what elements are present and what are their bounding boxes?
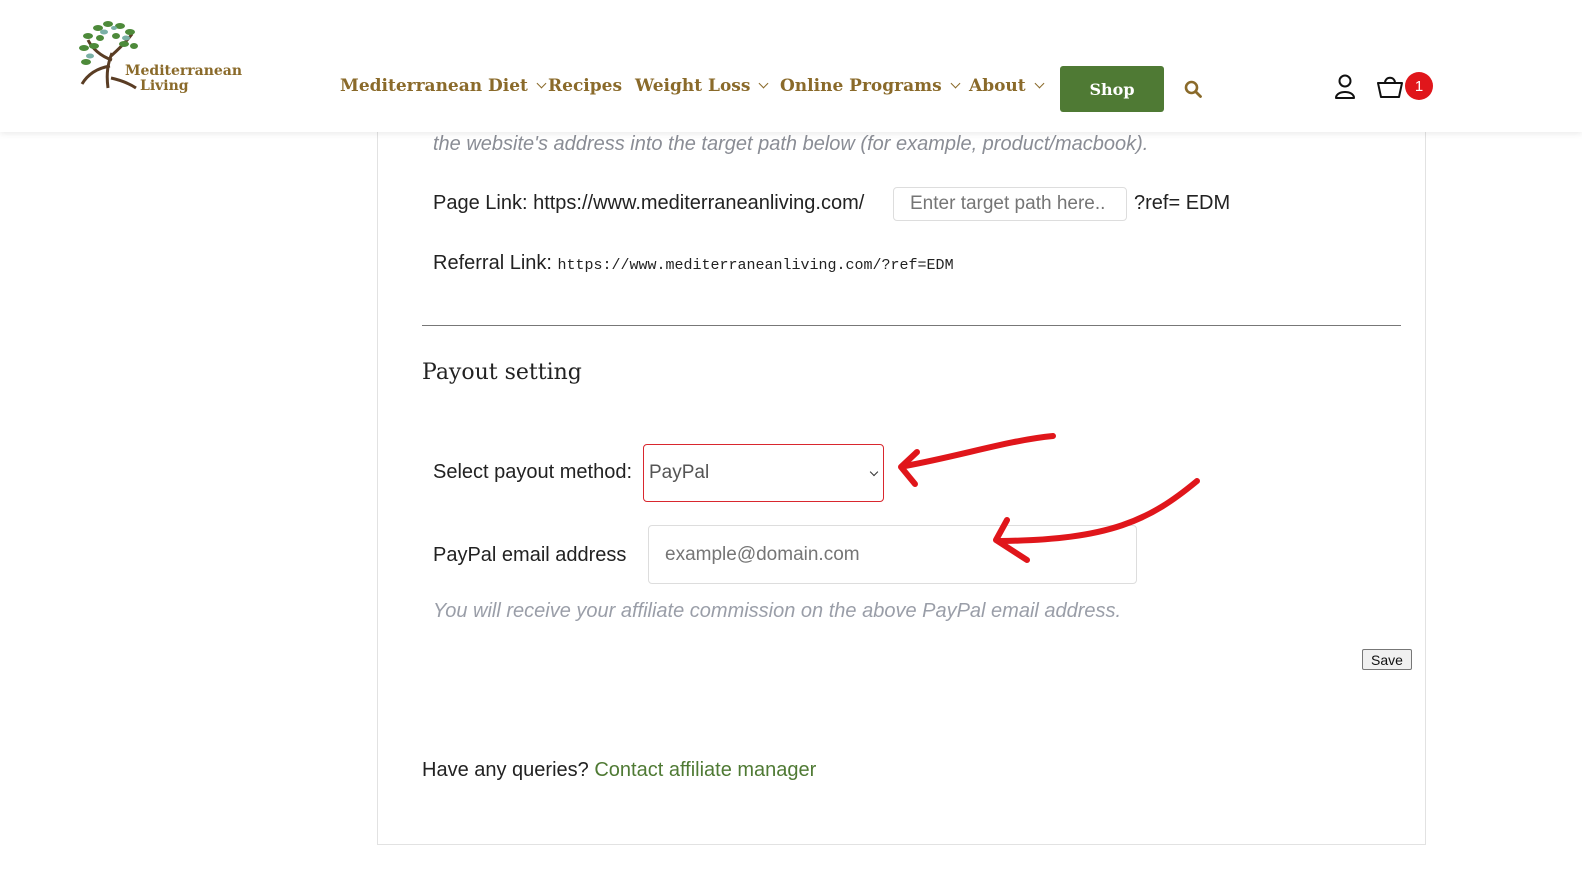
shop-button[interactable]: Shop	[1060, 66, 1164, 112]
referral-link-value: https://www.mediterraneanliving.com/?ref…	[557, 257, 954, 274]
nav-label: Mediterranean Diet	[340, 76, 528, 96]
paypal-email-input[interactable]	[648, 525, 1137, 584]
section-divider	[422, 325, 1401, 326]
site-header: Mediterranean Living Mediterranean Diet …	[0, 0, 1582, 132]
nav-label: Recipes	[548, 76, 623, 96]
contact-affiliate-manager-link[interactable]: Contact affiliate manager	[594, 759, 816, 781]
nav-online-programs[interactable]: Online Programs	[780, 76, 961, 96]
search-icon[interactable]	[1184, 80, 1202, 98]
nav-mediterranean-diet[interactable]: Mediterranean Diet	[340, 76, 547, 96]
logo-line-1: Mediterranean	[125, 63, 243, 79]
chevron-down-icon	[758, 78, 769, 89]
user-icon[interactable]	[1334, 74, 1356, 100]
payout-method-value: PayPal	[649, 462, 710, 483]
payout-method-select[interactable]: PayPal	[643, 444, 884, 502]
nav-label: Online Programs	[780, 76, 942, 96]
save-button[interactable]: Save	[1362, 649, 1412, 670]
intro-text: the website's address into the target pa…	[433, 133, 1149, 155]
chevron-down-icon	[869, 467, 879, 477]
target-path-input[interactable]	[893, 187, 1127, 221]
logo-line-2: Living	[140, 78, 189, 94]
ref-suffix: ?ref= EDM	[1134, 192, 1231, 214]
nav-weight-loss[interactable]: Weight Loss	[635, 76, 769, 96]
payout-note: You will receive your affiliate commissi…	[433, 600, 1122, 622]
page-link-label: Page Link: https://www.mediterraneanlivi…	[433, 192, 865, 214]
nav-recipes[interactable]: Recipes	[548, 76, 622, 96]
site-logo[interactable]: Mediterranean Living	[78, 18, 248, 98]
payout-section-title: Payout setting	[422, 360, 582, 385]
cart-icon[interactable]	[1377, 74, 1403, 100]
payout-method-label: Select payout method:	[433, 461, 633, 483]
referral-link-label: Referral Link:	[433, 252, 552, 274]
olive-tree-icon	[79, 21, 138, 90]
queries-text: Have any queries?	[422, 759, 589, 781]
chevron-down-icon	[536, 78, 547, 89]
nav-label: Weight Loss	[635, 76, 751, 96]
referral-link-row: Referral Link: https://www.mediterranean…	[433, 252, 954, 275]
chevron-down-icon	[950, 78, 961, 89]
nav-label: About	[969, 76, 1026, 96]
queries-row: Have any queries? Contact affiliate mana…	[422, 759, 816, 782]
nav-about[interactable]: About	[969, 76, 1045, 96]
cart-count-badge: 1	[1405, 72, 1433, 100]
paypal-email-label: PayPal email address	[433, 544, 627, 566]
chevron-down-icon	[1034, 78, 1045, 89]
